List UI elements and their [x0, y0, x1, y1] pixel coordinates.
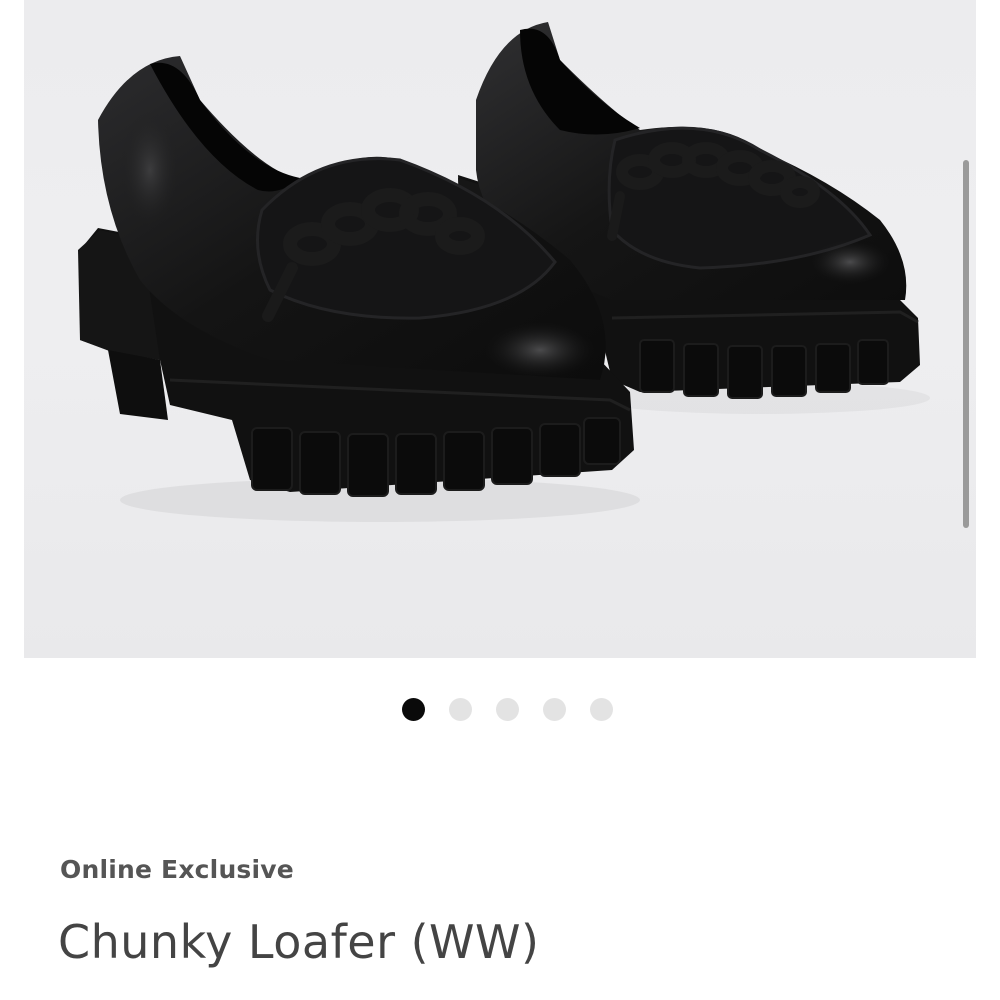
online-exclusive-badge: Online Exclusive [60, 855, 294, 884]
gallery-pagination [0, 698, 1000, 722]
gallery-dot-5[interactable] [589, 698, 613, 721]
product-image[interactable] [24, 0, 976, 658]
gallery-dot-4[interactable] [542, 698, 566, 721]
product-page: Online Exclusive Chunky Loafer (WW) [0, 0, 1000, 1000]
product-image-gallery[interactable] [0, 0, 1000, 660]
gallery-dot-3[interactable] [495, 698, 519, 721]
product-title: Chunky Loafer (WW) [58, 915, 540, 969]
gallery-dot-2[interactable] [448, 698, 472, 721]
gallery-dot-1[interactable] [401, 698, 425, 721]
scrollbar-thumb[interactable] [963, 160, 969, 528]
loafers-photo [24, 22, 976, 658]
